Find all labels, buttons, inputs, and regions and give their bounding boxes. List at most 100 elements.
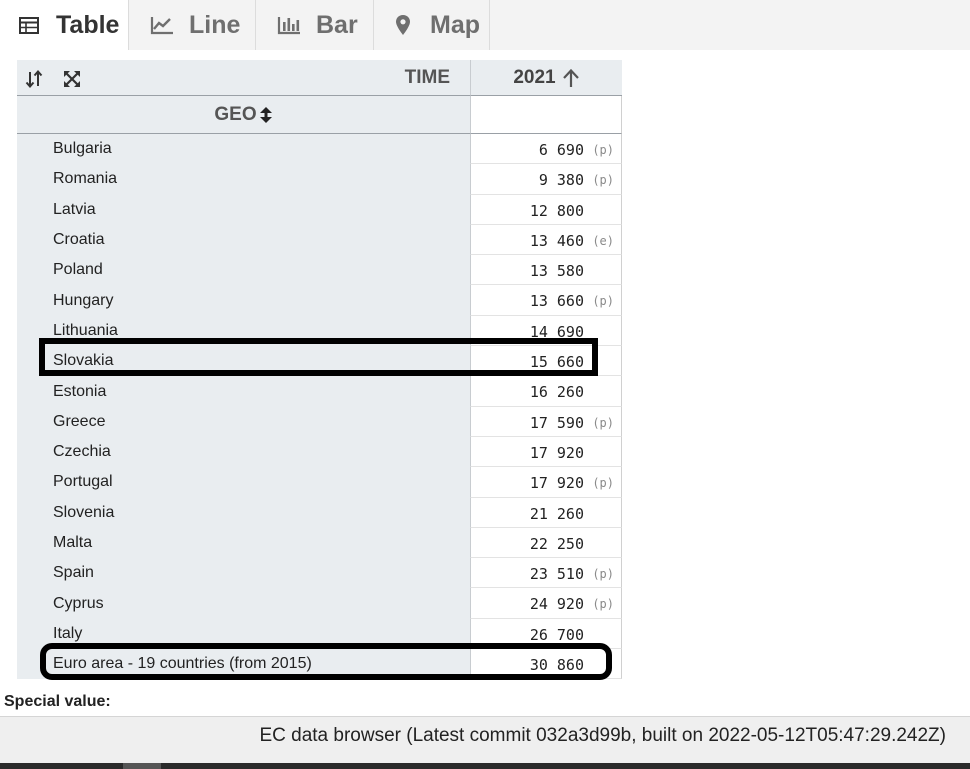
- line-chart-icon: [149, 13, 175, 37]
- value-number: 13 660: [529, 292, 584, 311]
- geo-header-row: GEO: [17, 96, 622, 134]
- time-dimension-label: TIME: [404, 67, 450, 88]
- sort-toggle-icon[interactable]: [24, 69, 44, 89]
- tab-bar[interactable]: Bar: [256, 0, 374, 50]
- sort-vertical-icon[interactable]: [259, 106, 273, 124]
- value-cell[interactable]: 13 460 (e): [470, 224, 622, 256]
- value-cell[interactable]: 16 260: [470, 376, 622, 407]
- value-number: 13 580: [529, 262, 584, 281]
- value-number: 9 380: [538, 171, 584, 190]
- footer-build-info: EC data browser (Latest commit 032a3d99b…: [259, 725, 946, 746]
- value-cell[interactable]: 23 510 (p): [470, 558, 622, 589]
- table-row: Spain 23 510 (p): [17, 558, 622, 589]
- value-number: 26 700: [529, 625, 584, 644]
- table-row: Hungary 13 660 (p): [17, 285, 622, 316]
- value-cell[interactable]: 14 690: [470, 315, 622, 347]
- tab-map-label: Map: [430, 10, 480, 39]
- value-cell[interactable]: 12 800: [470, 194, 622, 225]
- time-header-row: TIME 2021: [17, 60, 622, 96]
- table-row: Slovenia 21 260: [17, 497, 622, 528]
- geo-cell: Poland: [17, 255, 470, 286]
- table-row: Malta 22 250: [17, 527, 622, 559]
- value-cell[interactable]: 22 250: [470, 527, 622, 559]
- value-cell[interactable]: 6 690 (p): [470, 134, 622, 165]
- map-marker-icon: [390, 13, 416, 37]
- view-tab-bar: Table Line Bar Map: [0, 0, 970, 50]
- geo-cell: Bulgaria: [17, 134, 470, 165]
- value-cell[interactable]: 17 920: [470, 436, 622, 468]
- tab-bar-label: Bar: [316, 10, 358, 39]
- geo-cell: Slovakia: [17, 346, 470, 377]
- table-row: Lithuania 14 690: [17, 315, 622, 347]
- geo-cell: Czechia: [17, 436, 470, 468]
- value-cell[interactable]: 17 590 (p): [470, 406, 622, 437]
- table-row: Croatia 13 460 (e): [17, 224, 622, 256]
- value-flag: (p): [592, 294, 614, 309]
- table-icon: [16, 13, 42, 37]
- tab-map[interactable]: Map: [374, 0, 490, 50]
- table-row: Bulgaria 6 690 (p): [17, 134, 622, 165]
- value-number: 6 690: [538, 141, 584, 159]
- sort-ascending-icon[interactable]: [562, 68, 580, 88]
- table-body: Bulgaria 6 690 (p) Romania 9 380 (p) Latvia 12 …: [17, 134, 622, 680]
- value-number: 17 920: [529, 474, 584, 493]
- table-row: Portugal 17 920 (p): [17, 467, 622, 498]
- geo-cell: Malta: [17, 527, 470, 559]
- value-number: 17 590: [529, 413, 584, 432]
- value-cell[interactable]: 13 660 (p): [470, 285, 622, 316]
- value-number: 16 260: [529, 383, 584, 402]
- value-cell[interactable]: 24 920 (p): [470, 588, 622, 619]
- value-flag: (p): [592, 567, 614, 582]
- value-cell[interactable]: 21 260: [470, 497, 622, 528]
- value-flag: (p): [592, 415, 614, 430]
- geo-cell: Slovenia: [17, 497, 470, 528]
- table-row: Cyprus 24 920 (p): [17, 588, 622, 619]
- geo-column-header[interactable]: GEO: [17, 96, 470, 134]
- value-cell[interactable]: 9 380 (p): [470, 164, 622, 195]
- value-flag: (p): [592, 597, 614, 612]
- footer-bar: EC data browser (Latest commit 032a3d99b…: [0, 716, 970, 763]
- value-cell[interactable]: 26 700: [470, 618, 622, 650]
- scrollbar-thumb[interactable]: [123, 763, 161, 769]
- geo-cell: Euro area - 19 countries (from 2015): [17, 649, 470, 680]
- value-number: 17 920: [529, 443, 584, 462]
- tab-table[interactable]: Table: [0, 0, 129, 50]
- table-row: Czechia 17 920: [17, 436, 622, 468]
- table-row: Poland 13 580: [17, 255, 622, 286]
- year-label: 2021: [513, 66, 556, 88]
- year-column-header[interactable]: 2021: [470, 60, 622, 96]
- geo-label: GEO: [214, 103, 257, 125]
- tab-table-label: Table: [56, 10, 120, 39]
- geo-cell: Spain: [17, 558, 470, 589]
- table-row: Estonia 16 260: [17, 376, 622, 407]
- year-header-blank: [470, 96, 622, 134]
- value-number: 12 800: [529, 201, 584, 220]
- value-flag: (e): [592, 233, 614, 248]
- geo-cell: Cyprus: [17, 588, 470, 619]
- time-header-cell: TIME: [17, 60, 470, 96]
- value-cell[interactable]: 17 920 (p): [470, 467, 622, 498]
- value-number: 14 690: [529, 322, 584, 341]
- value-number: 22 250: [529, 534, 584, 553]
- value-cell[interactable]: 13 580: [470, 255, 622, 286]
- value-flag: (p): [592, 476, 614, 491]
- horizontal-scrollbar[interactable]: [0, 763, 970, 769]
- value-number: 30 860: [529, 656, 584, 675]
- value-number: 23 510: [529, 565, 584, 584]
- geo-cell: Estonia: [17, 376, 470, 407]
- value-flag: (p): [592, 173, 614, 188]
- geo-cell: Romania: [17, 164, 470, 195]
- table-row: Euro area - 19 countries (from 2015) 30 8…: [17, 649, 622, 680]
- geo-cell: Portugal: [17, 467, 470, 498]
- table-row: Greece 17 590 (p): [17, 406, 622, 437]
- tab-line[interactable]: Line: [129, 0, 256, 50]
- value-cell[interactable]: 15 660: [470, 346, 622, 377]
- expand-icon[interactable]: [62, 69, 82, 89]
- bar-chart-icon: [276, 13, 302, 37]
- value-cell[interactable]: 30 860: [470, 649, 622, 680]
- geo-cell: Greece: [17, 406, 470, 437]
- value-number: 13 460: [529, 231, 584, 250]
- geo-cell: Lithuania: [17, 315, 470, 347]
- value-number: 15 660: [529, 353, 584, 372]
- table-row: Romania 9 380 (p): [17, 164, 622, 195]
